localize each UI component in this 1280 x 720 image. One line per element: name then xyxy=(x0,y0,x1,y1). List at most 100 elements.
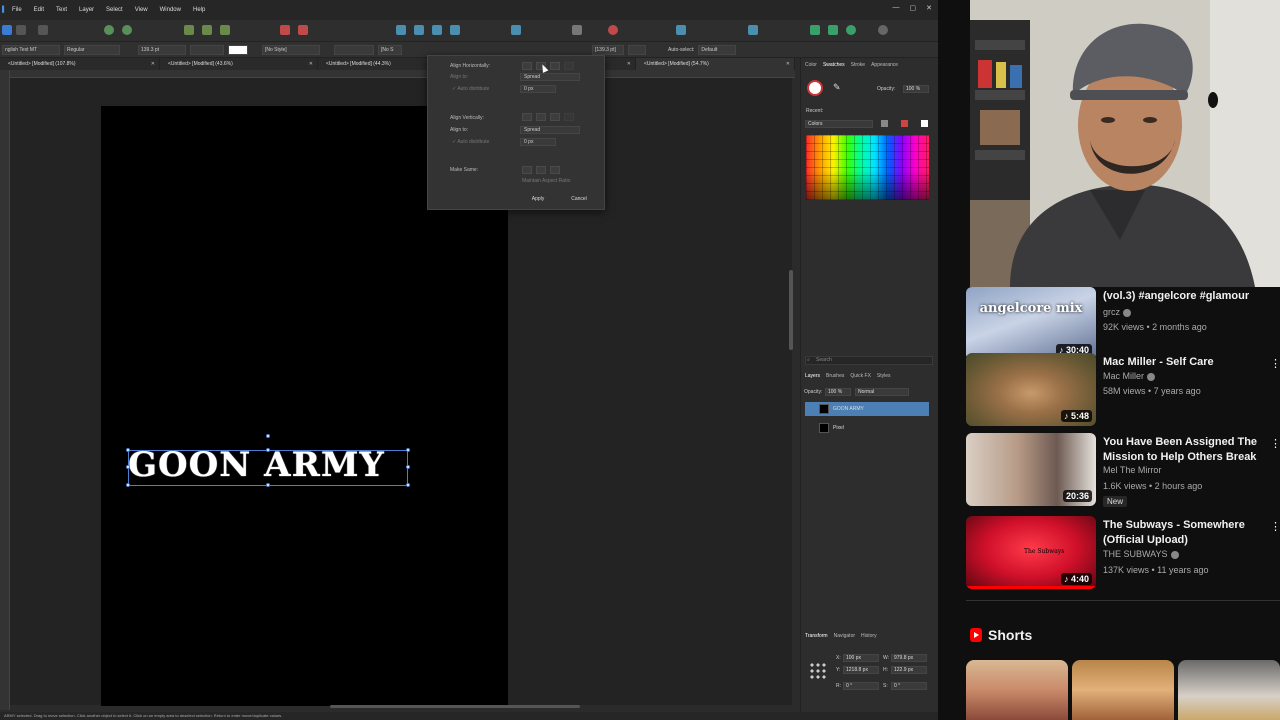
tab-navigator[interactable]: Navigator xyxy=(834,631,855,641)
palette-options-icon[interactable] xyxy=(901,120,908,127)
cancel-button[interactable]: Cancel xyxy=(564,194,594,204)
selection-handle[interactable] xyxy=(406,483,410,487)
tab-layers[interactable]: Layers xyxy=(805,371,820,381)
more-options-icon[interactable]: ⋮ xyxy=(1270,357,1280,371)
same-width-icon[interactable] xyxy=(522,166,532,174)
x-field[interactable]: 100 px xyxy=(843,654,879,662)
menu-file[interactable]: File xyxy=(6,7,28,13)
video-thumbnail[interactable]: The Subways ♪ 4:40 xyxy=(966,516,1096,589)
selection-handle[interactable] xyxy=(266,448,270,452)
flip-vertical-icon[interactable] xyxy=(414,25,424,35)
video-item[interactable]: 20:36 You Have Been Assigned The Mission… xyxy=(966,433,1280,509)
close-tab-icon[interactable]: ✕ xyxy=(151,58,155,70)
v-auto-distribute-checkbox[interactable]: ✓ Auto distribute xyxy=(452,139,489,145)
page-scrollbar[interactable] xyxy=(938,287,948,720)
align-left-icon[interactable] xyxy=(522,62,532,70)
grid-icon[interactable] xyxy=(202,25,212,35)
video-thumbnail[interactable]: angelcore mix ♪ 30:40 xyxy=(966,287,1096,360)
h-align-to-dropdown[interactable]: Spread xyxy=(520,73,580,81)
pin-icon[interactable] xyxy=(608,25,618,35)
palette-dropdown[interactable]: Colors xyxy=(805,120,873,128)
auto-select-dropdown[interactable]: Default xyxy=(698,44,737,55)
insert-inside-icon[interactable] xyxy=(748,25,758,35)
v-align-to-dropdown[interactable]: Spread xyxy=(520,126,580,134)
short-thumbnail[interactable] xyxy=(1072,660,1174,720)
video-title[interactable]: (vol.3) #angelcore #glamour xyxy=(1103,289,1263,304)
color-picker-icon[interactable]: ✎ xyxy=(833,82,841,93)
video-title[interactable]: The Subways - Somewhere (Official Upload… xyxy=(1103,518,1263,548)
assistant-icon[interactable] xyxy=(828,25,838,35)
menu-edit[interactable]: Edit xyxy=(28,7,50,13)
align-icon[interactable] xyxy=(511,25,521,35)
video-item[interactable]: ♪ 5:48 Mac Miller - Self Care Mac Miller… xyxy=(966,353,1280,429)
menu-layer[interactable]: Layer xyxy=(73,7,100,13)
tab-history[interactable]: History xyxy=(861,631,877,641)
persona-pixel-icon[interactable] xyxy=(16,25,26,35)
selection-handle[interactable] xyxy=(266,483,270,487)
insert-target-icon[interactable] xyxy=(676,25,686,35)
short-thumbnail[interactable] xyxy=(1178,660,1280,720)
palette-grid-icon[interactable] xyxy=(881,120,888,127)
distribute-vertical-icon[interactable] xyxy=(564,113,574,121)
layer-row-pixel[interactable]: Pixel xyxy=(805,421,929,435)
persona-export-icon[interactable] xyxy=(38,25,48,35)
video-thumbnail[interactable]: 20:36 xyxy=(966,433,1096,506)
font-style-dropdown[interactable]: Regular xyxy=(64,44,120,55)
boolean-subtract-icon[interactable] xyxy=(298,25,308,35)
selection-handle[interactable] xyxy=(406,465,410,469)
more-options-icon[interactable]: ⋮ xyxy=(1270,437,1280,451)
snapping-icon[interactable] xyxy=(104,25,114,35)
align-bottom-icon[interactable] xyxy=(550,113,560,121)
y-field[interactable]: 1218.8 px xyxy=(843,666,879,674)
fill-stroke-swatch-icon[interactable] xyxy=(807,80,823,96)
horizontal-ruler[interactable] xyxy=(10,70,795,78)
horizontal-scrollbar[interactable] xyxy=(330,705,580,708)
channel-name[interactable]: grcz xyxy=(1103,307,1132,317)
view-mode-icon[interactable] xyxy=(184,25,194,35)
tab-brushes[interactable]: Brushes xyxy=(826,371,844,381)
align-middle-icon[interactable] xyxy=(536,113,546,121)
text-fill-swatch[interactable] xyxy=(228,44,248,55)
video-title[interactable]: You Have Been Assigned The Mission to He… xyxy=(1103,435,1263,465)
channel-name[interactable]: Mel The Mirror xyxy=(1103,465,1161,475)
apply-button[interactable]: Apply xyxy=(523,194,553,204)
more-options-icon[interactable]: ⋮ xyxy=(1270,520,1280,534)
tab-transform[interactable]: Transform xyxy=(805,631,828,641)
minimize-icon[interactable]: — xyxy=(893,4,900,12)
maintain-aspect-checkbox[interactable]: Maintain Aspect Ratio xyxy=(522,178,570,184)
menu-window[interactable]: Window xyxy=(154,7,187,13)
anchor-grid-icon[interactable] xyxy=(809,662,827,680)
font-family-dropdown[interactable]: nglish Text MT xyxy=(2,44,60,55)
tab-color[interactable]: Color xyxy=(805,60,817,70)
rotate-left-icon[interactable] xyxy=(432,25,442,35)
rotation-handle[interactable] xyxy=(266,434,270,438)
vertical-ruler[interactable] xyxy=(0,70,10,710)
boolean-add-icon[interactable] xyxy=(280,25,290,35)
layer-row-goon-army[interactable]: GOON ARMY xyxy=(805,402,929,416)
shear-field[interactable]: 0 ° xyxy=(891,682,927,690)
h-spacing-field[interactable]: 0 px xyxy=(520,85,556,93)
channel-name[interactable]: Mac Miller xyxy=(1103,371,1156,381)
vertical-scrollbar[interactable] xyxy=(789,270,793,350)
font-size-field[interactable]: 139.3 pt xyxy=(138,44,186,55)
align-right-icon[interactable] xyxy=(550,62,560,70)
tab-quick-fx[interactable]: Quick FX xyxy=(850,371,871,381)
video-item[interactable]: angelcore mix ♪ 30:40 (vol.3) #angelcore… xyxy=(966,287,1280,363)
close-tab-icon[interactable]: ✕ xyxy=(786,58,790,70)
tab-stroke[interactable]: Stroke xyxy=(851,60,865,70)
rotate-right-icon[interactable] xyxy=(450,25,460,35)
close-icon[interactable]: ✕ xyxy=(926,4,932,12)
document-tab[interactable]: <Untitled> [Modified] (107.8%) ✕ xyxy=(0,58,160,70)
v-spacing-field[interactable]: 0 px xyxy=(520,138,556,146)
blend-mode-dropdown[interactable]: Normal xyxy=(855,388,909,396)
h-auto-distribute-checkbox[interactable]: ✓ Auto distribute xyxy=(452,86,489,92)
document-tab-active[interactable]: <Untitled> [Modified] (54.7%) ✕ xyxy=(636,58,795,70)
arrange-icon[interactable] xyxy=(572,25,582,35)
close-tab-icon[interactable]: ✕ xyxy=(627,58,631,70)
opacity-field[interactable]: 100 % xyxy=(903,85,929,93)
same-size-icon[interactable] xyxy=(550,166,560,174)
selection-handle[interactable] xyxy=(406,448,410,452)
video-item[interactable]: The Subways ♪ 4:40 The Subways - Somewhe… xyxy=(966,516,1280,592)
character-style-dropdown[interactable]: [No S xyxy=(378,44,402,55)
video-thumbnail[interactable]: ♪ 5:48 xyxy=(966,353,1096,426)
